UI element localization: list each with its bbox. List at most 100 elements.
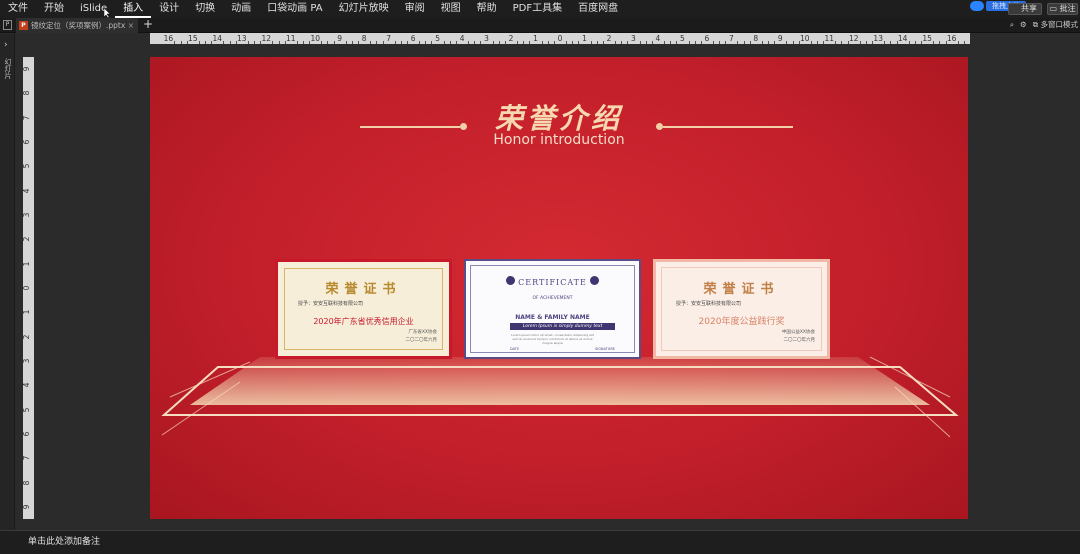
menu-item[interactable]: 开始 <box>36 0 72 18</box>
menu-item[interactable]: 设计 <box>151 0 187 18</box>
certificate-title: CERTIFICATE <box>518 278 587 287</box>
share-button[interactable]: 共享 <box>1008 3 1042 15</box>
certificate-recipient: 授予：安安互联科技有限公司 <box>676 301 742 307</box>
certificate-award: 2020年广东省优秀信用企业 <box>313 317 414 326</box>
ruler-tick-label: 1 <box>23 310 31 315</box>
ruler-minor-tick <box>590 41 592 44</box>
ruler-tick-label: 2 <box>23 237 31 242</box>
certificate-signature-label: SIGNATURE <box>594 347 615 351</box>
ruler-minor-tick <box>523 41 525 44</box>
ruler-minor-tick <box>400 41 402 44</box>
ruler-minor-tick <box>419 41 421 44</box>
close-tab-icon[interactable]: × <box>128 21 134 30</box>
ruler-tick-label: 9 <box>777 34 783 43</box>
menu-item[interactable]: PDF工具集 <box>505 0 570 18</box>
slide[interactable]: 荣誉介绍 Honor introduction 荣誉证书 授予：安安互联科技有限… <box>150 57 968 519</box>
ruler-minor-tick <box>914 41 916 44</box>
ruler-tick-label: 12 <box>848 34 859 43</box>
ruler-tick-label: 10 <box>799 34 810 43</box>
ruler-minor-tick <box>376 41 378 44</box>
ruler-minor-tick <box>963 41 965 44</box>
menu-item[interactable]: 帮助 <box>469 0 505 18</box>
certificate-card-3[interactable]: 荣誉证书 授予：安安互联科技有限公司 2020年度公益践行奖 中国公益XX协会 … <box>653 259 830 359</box>
ruler-tick-label: 7 <box>23 456 31 461</box>
ruler-minor-tick <box>768 41 770 44</box>
ruler-tick-label: 2 <box>508 34 514 43</box>
ruler-minor-tick <box>498 41 500 44</box>
ruler-minor-tick <box>786 41 788 44</box>
chevron-right-icon[interactable]: › <box>4 40 8 50</box>
document-tab-bar: P 镜纹定位（奖项案例）.pptx × <box>0 18 1080 33</box>
ruler-minor-tick <box>296 41 298 44</box>
ruler-tick-label: 5 <box>23 164 31 169</box>
ruler-minor-tick <box>884 41 886 44</box>
ruler-minor-tick <box>382 41 384 44</box>
ruler-minor-tick <box>229 41 231 44</box>
menu-item[interactable]: 视图 <box>433 0 469 18</box>
certificate-ribbon: Lorem Ipsum is simply dummy text <box>510 323 615 330</box>
ruler-tick-label: 3 <box>23 213 31 218</box>
ruler-minor-tick <box>957 41 959 44</box>
menu-item[interactable]: 动画 <box>223 0 259 18</box>
ruler-minor-tick <box>492 41 494 44</box>
ruler-minor-tick <box>810 41 812 44</box>
certificate-award: 2020年度公益践行奖 <box>698 317 785 327</box>
app-menu-icon[interactable]: P <box>3 20 12 30</box>
menu-bar: 文件 开始 iSlide 插入 设计 切换 动画 口袋动画 PA 幻灯片放映 审阅 视图 帮助 PDF工… <box>0 0 1080 18</box>
ruler-minor-tick <box>327 41 329 44</box>
ruler-minor-tick <box>394 41 396 44</box>
ruler-minor-tick <box>615 41 617 44</box>
ruler-minor-tick <box>865 41 867 44</box>
ruler-minor-tick <box>541 41 543 44</box>
ruler-tick-label: 4 <box>23 188 31 193</box>
menu-item[interactable]: 幻灯片放映 <box>331 0 397 18</box>
ruler-tick-label: 6 <box>410 34 416 43</box>
menu-item[interactable]: 审阅 <box>397 0 433 18</box>
ruler-minor-tick <box>676 41 678 44</box>
document-tab[interactable]: P 镜纹定位（奖项案例）.pptx × <box>16 18 138 33</box>
ruler-minor-tick <box>578 41 580 44</box>
ruler-minor-tick <box>651 41 653 44</box>
certificate-issuer: 中国公益XX协会 <box>781 330 815 335</box>
ruler-minor-tick <box>712 41 714 44</box>
menu-item[interactable]: 口袋动画 PA <box>259 0 330 18</box>
ruler-tick-label: 7 <box>728 34 734 43</box>
ruler-minor-tick <box>480 41 482 44</box>
gear-icon[interactable]: ⚙ <box>1020 20 1027 29</box>
ruler-minor-tick <box>247 41 249 44</box>
ruler-tick-label: 0 <box>557 34 563 43</box>
search-icon[interactable]: ⌕ <box>1010 20 1014 30</box>
ruler-minor-tick <box>321 41 323 44</box>
ruler-minor-tick <box>254 41 256 44</box>
notes-input[interactable]: 单击此处添加备注 <box>0 530 1080 554</box>
menu-item[interactable]: 文件 <box>0 0 36 18</box>
ruler-minor-tick <box>198 41 200 44</box>
ruler-minor-tick <box>725 41 727 44</box>
new-tab-button[interactable]: + <box>143 17 153 31</box>
ruler-minor-tick <box>774 41 776 44</box>
menu-item[interactable]: 插入 <box>115 0 152 18</box>
ruler-minor-tick <box>933 41 935 44</box>
menu-item[interactable]: 百度网盘 <box>570 0 626 18</box>
ruler-tick-label: 14 <box>212 34 223 43</box>
vertical-ruler: 9 8 7 6 5 4 3 2 1 0 1 2 3 4 5 6 7 8 9 <box>23 57 34 519</box>
ruler-minor-tick <box>517 41 519 44</box>
menu-item[interactable]: 切换 <box>187 0 223 18</box>
ruler-minor-tick <box>719 41 721 44</box>
ruler-minor-tick <box>272 41 274 44</box>
certificate-card-1[interactable]: 荣誉证书 授予：安安互联科技有限公司 2020年广东省优秀信用企业 广东省XX协… <box>275 259 452 359</box>
ruler-minor-tick <box>504 41 506 44</box>
mouse-cursor-icon <box>104 8 111 18</box>
ruler-minor-tick <box>664 41 666 44</box>
ruler-tick-label: 8 <box>23 480 31 485</box>
ruler-minor-tick <box>566 41 568 44</box>
ruler-minor-tick <box>627 41 629 44</box>
multiwindow-button[interactable]: ⧉ 多窗口模式 <box>1033 19 1078 30</box>
ruler-minor-tick <box>547 41 549 44</box>
comment-button[interactable]: ▭ 批注 <box>1047 3 1078 15</box>
certificate-card-2[interactable]: CERTIFICATE OF ACHIEVEMENT NAME & FAMILY… <box>464 259 641 359</box>
ruler-tick-label: 1 <box>23 261 31 266</box>
ruler-minor-tick <box>180 41 182 44</box>
slide-thumbnail-panel: › 幻灯片 <box>0 34 15 530</box>
certificate-recipient: 授予：安安互联科技有限公司 <box>298 301 364 307</box>
